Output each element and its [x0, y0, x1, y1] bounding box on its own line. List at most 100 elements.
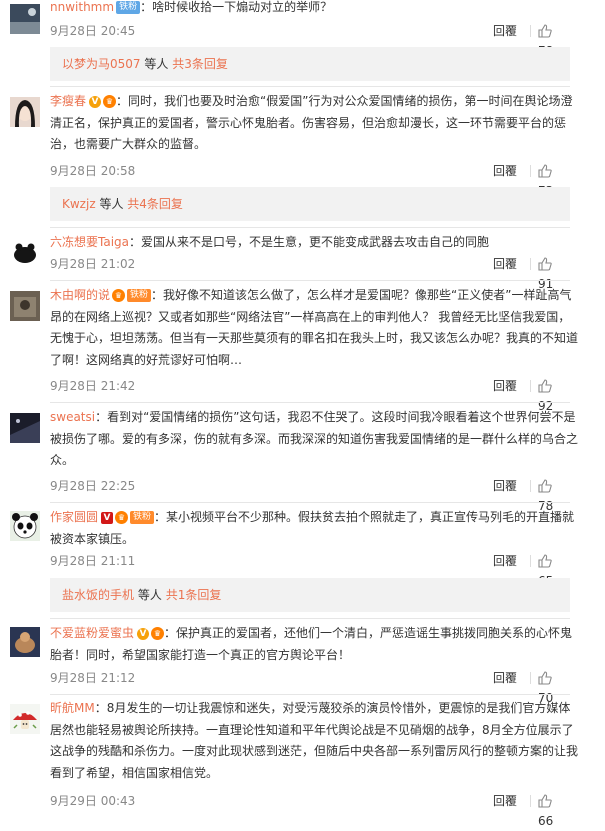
comment-meta: 9月28日 20:58 回覆 73 — [50, 161, 570, 198]
comment-meta: 9月28日 21:02 回覆 91 — [50, 254, 570, 291]
divider — [530, 555, 531, 567]
timestamp: 9月28日 21:42 — [50, 379, 136, 393]
level-icon: ♛ — [112, 289, 126, 302]
verified-icon: V — [89, 95, 102, 108]
avatar[interactable] — [10, 4, 40, 34]
like-button[interactable]: 66 — [538, 791, 570, 831]
avatar[interactable] — [10, 238, 40, 268]
divider — [50, 618, 570, 619]
comment-body: 不爱蓝粉爱蜜虫 V ♛ ：保护真正的爱国者，还他们一个清白，严惩造谣生事挑拨同胞关系的… — [50, 623, 580, 666]
divider — [50, 402, 570, 403]
username-link[interactable]: 李瘦春 — [50, 94, 86, 108]
username-link[interactable]: nnwithmm — [50, 0, 114, 14]
username-link[interactable]: 六冻想要Taiga — [50, 235, 129, 249]
reply-button[interactable]: 回覆 — [493, 254, 517, 274]
level-icon: ♛ — [151, 627, 165, 640]
username-link[interactable]: 昕航MM — [50, 701, 95, 715]
sub-reply-user[interactable]: 以梦为马0507 — [62, 57, 141, 71]
verified-icon: V — [137, 627, 150, 640]
fan-badge: 铁粉 — [127, 289, 152, 302]
sub-reply-summary[interactable]: Kwzjz 等人 共4条回复 — [50, 187, 570, 221]
timestamp: 9月28日 21:02 — [50, 257, 136, 271]
divider — [50, 227, 570, 228]
sub-reply-mid: 等人 — [144, 57, 169, 71]
comment-meta: 9月28日 21:12 回覆 70 — [50, 668, 570, 705]
comment-body: 昕航MM：8月发生的一切让我震惊和迷失，对受污蔑狡杀的演员怜惜外，更震惊的是我们… — [50, 698, 580, 784]
divider — [530, 258, 531, 270]
fan-badge: 铁粉 — [116, 1, 141, 14]
divider — [50, 694, 570, 695]
divider — [530, 795, 531, 807]
thumbs-up-icon — [538, 24, 552, 38]
comment-text: ：看到对“爱国情绪的损伤”这句话，我忍不住哭了。这段时间我冷眼看着这个世界何尝不… — [50, 410, 579, 467]
username-link[interactable]: 木由啊的说 — [50, 288, 110, 302]
divider — [530, 165, 531, 177]
sub-reply-count[interactable]: 共4条回复 — [127, 197, 183, 211]
reply-button[interactable]: 回覆 — [493, 161, 517, 181]
comment-body: nnwithmm 铁粉 ：啥时候收拾一下煽动对立的举师？ — [50, 0, 580, 19]
reply-button[interactable]: 回覆 — [493, 668, 517, 688]
username-link[interactable]: 作家圆圆 — [50, 510, 98, 524]
timestamp: 9月29日 00:43 — [50, 794, 136, 808]
sub-reply-mid: 等人 — [137, 588, 162, 602]
reply-button[interactable]: 回覆 — [493, 376, 517, 396]
thumbs-up-icon — [538, 257, 552, 271]
avatar[interactable] — [10, 704, 40, 734]
timestamp: 9月28日 20:45 — [50, 24, 136, 38]
timestamp: 9月28日 22:25 — [50, 479, 136, 493]
comment-meta: 9月28日 20:45 回覆 78 — [50, 21, 570, 58]
reply-button[interactable]: 回覆 — [493, 791, 517, 811]
sub-reply-count[interactable]: 共3条回复 — [172, 57, 228, 71]
divider — [50, 86, 570, 87]
comment-text: ：啥时候收拾一下煽动对立的举师？ — [140, 0, 333, 14]
comment-body: 作家圆圆 V ♛ 铁粉 ：某小视频平台不少那种。假扶贫去拍个照就走了，真正宣传马列毛的开… — [50, 507, 580, 550]
divider — [530, 380, 531, 392]
timestamp: 9月28日 20:58 — [50, 164, 136, 178]
reply-button[interactable]: 回覆 — [493, 476, 517, 496]
comment-meta: 9月29日 00:43 回覆 66 — [50, 791, 570, 828]
sub-reply-user[interactable]: 盐水饭的手机 — [62, 588, 134, 602]
level-icon: ♛ — [103, 95, 117, 108]
thumbs-up-icon — [538, 479, 552, 493]
thumbs-up-icon — [538, 794, 552, 808]
divider — [530, 672, 531, 684]
like-count: 66 — [538, 814, 554, 828]
comment-body: 六冻想要Taiga：爱国从来不是口号，不是生意，更不能变成武器去攻击自己的同胞 — [50, 232, 580, 254]
sub-reply-count[interactable]: 共1条回复 — [166, 588, 222, 602]
timestamp: 9月28日 21:12 — [50, 671, 136, 685]
comment-text: ：某小视频平台不少那种。假扶贫去拍个照就走了，真正宣传马列毛的开直播就被资本家镇… — [50, 510, 575, 546]
comment-meta: 9月28日 21:11 回覆 65 — [50, 551, 570, 588]
fan-badge: 铁粉 — [130, 511, 155, 524]
avatar[interactable] — [10, 97, 40, 127]
sub-reply-mid: 等人 — [99, 197, 124, 211]
thumbs-up-icon — [538, 554, 552, 568]
timestamp: 9月28日 21:11 — [50, 554, 136, 568]
comment-body: sweatsi：看到对“爱国情绪的损伤”这句话，我忍不住哭了。这段时间我冷眼看着… — [50, 407, 580, 472]
divider — [530, 480, 531, 492]
comment-body: 木由啊的说 ♛ 铁粉 ：我好像不知道该怎么做了，怎么样才是爱国呢？像那些“正义使者”一… — [50, 285, 580, 371]
comment-text: ：同时，我们也要及时治愈“假爱国”行为对公众爱国情绪的损伤，第一时间在舆论场澄清… — [50, 94, 573, 151]
comment-meta: 9月28日 22:25 回覆 78 — [50, 476, 570, 513]
sub-reply-summary[interactable]: 以梦为马0507 等人 共3条回复 — [50, 47, 570, 81]
comment-body: 李瘦春 V ♛ ：同时，我们也要及时治愈“假爱国”行为对公众爱国情绪的损伤，第一时间在… — [50, 91, 580, 156]
reply-button[interactable]: 回覆 — [493, 551, 517, 571]
reply-button[interactable]: 回覆 — [493, 21, 517, 41]
avatar[interactable] — [10, 627, 40, 657]
verified-icon: V — [101, 511, 114, 524]
comment-meta: 9月28日 21:42 回覆 92 — [50, 376, 570, 413]
username-link[interactable]: sweatsi — [50, 410, 95, 424]
avatar[interactable] — [10, 413, 40, 443]
thumbs-up-icon — [538, 671, 552, 685]
comment-text: ：爱国从来不是口号，不是生意，更不能变成武器去攻击自己的同胞 — [129, 235, 490, 249]
avatar[interactable] — [10, 291, 40, 321]
divider — [530, 25, 531, 37]
divider — [50, 280, 570, 281]
level-icon: ♛ — [115, 511, 129, 524]
sub-reply-user[interactable]: Kwzjz — [62, 197, 96, 211]
avatar[interactable] — [10, 511, 40, 541]
thumbs-up-icon — [538, 164, 552, 178]
divider — [50, 502, 570, 503]
username-link[interactable]: 不爱蓝粉爱蜜虫 — [50, 626, 134, 640]
sub-reply-summary[interactable]: 盐水饭的手机 等人 共1条回复 — [50, 578, 570, 612]
comment-text: ：8月发生的一切让我震惊和迷失，对受污蔑狡杀的演员怜惜外，更震惊的是我们官方媒体… — [50, 701, 579, 780]
